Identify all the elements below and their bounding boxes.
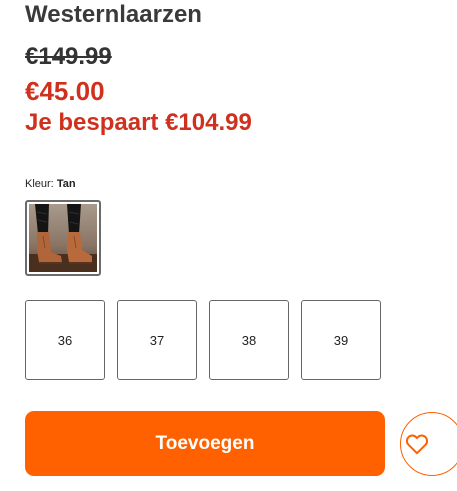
boot-swatch-image (29, 204, 97, 272)
savings-text: Je bespaart €104.99 (25, 109, 252, 136)
wishlist-button[interactable] (400, 412, 457, 476)
original-price: €149.99 (25, 43, 112, 70)
heart-outline-icon (405, 434, 429, 455)
size-option-36[interactable]: 36 (25, 300, 105, 380)
size-option-37[interactable]: 37 (117, 300, 197, 380)
color-swatch-tan[interactable] (25, 200, 101, 276)
product-panel: Westernlaarzen €149.99 €45.00 Je bespaar… (0, 0, 457, 491)
color-label: Kleur: Tan (25, 177, 76, 191)
sale-price: €45.00 (25, 76, 105, 106)
color-label-text: Kleur: (25, 178, 54, 190)
size-options: 36 37 38 39 (25, 300, 381, 380)
color-value: Tan (56, 178, 76, 190)
add-to-cart-button[interactable]: Toevoegen (25, 411, 385, 476)
size-option-38[interactable]: 38 (209, 300, 289, 380)
size-option-39[interactable]: 39 (301, 300, 381, 380)
product-title: Westernlaarzen (25, 1, 202, 28)
